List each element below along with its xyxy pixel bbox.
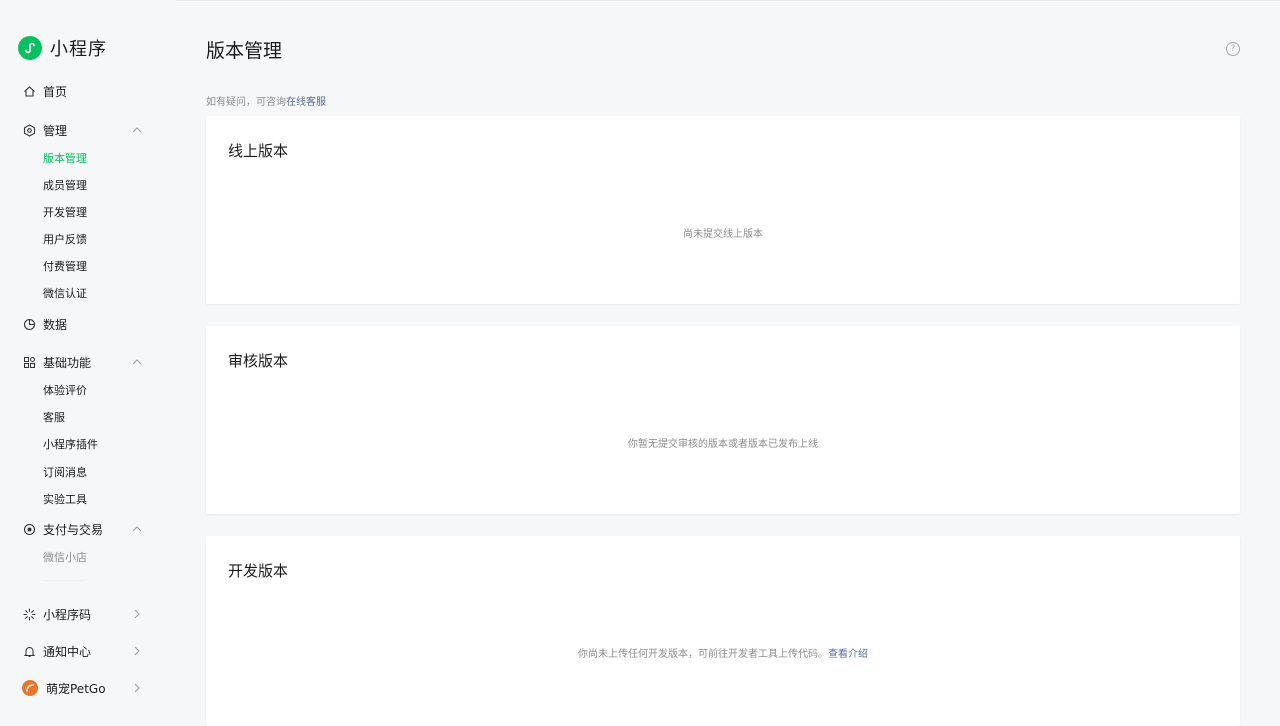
pie-chart-icon xyxy=(22,317,36,331)
page-title: 版本管理 xyxy=(206,40,283,62)
sidebar-item-qrcode[interactable]: 小程序码 xyxy=(22,604,91,624)
empty-state-text: 你暂无提交审核的版本或者版本已发布上线 xyxy=(628,439,818,450)
sidebar-item-label: 通知中心 xyxy=(43,644,92,659)
brand-title: 小程序 xyxy=(50,39,107,60)
sidebar-subitem-payment[interactable]: 付费管理 xyxy=(43,259,87,275)
dev-version-card: 开发版本 你尚未上传任何开发版本，可前往开发者工具上传代码。查看介绍 xyxy=(206,536,1240,726)
sidebar-item-label: 支付与交易 xyxy=(43,522,104,537)
review-version-card: 审核版本 你暂无提交审核的版本或者版本已发布上线 xyxy=(206,326,1240,514)
sidebar-item-manage[interactable]: 管理 xyxy=(22,120,67,140)
sidebar-item-label: 基础功能 xyxy=(43,355,92,370)
chevron-right-icon[interactable] xyxy=(132,646,142,656)
account-name: 萌宠PetGo xyxy=(46,681,106,696)
sidebar-item-account[interactable]: 萌宠PetGo xyxy=(22,678,106,698)
card-title: 开发版本 xyxy=(228,562,289,580)
help-icon[interactable]: ? xyxy=(1226,42,1240,56)
chevron-up-icon[interactable] xyxy=(132,357,142,367)
sidebar: 小程序 首页 管理 版本管理 成员管理 开发管理 用户反馈 付费管理 微信认证 … xyxy=(0,0,176,713)
sidebar-item-notify[interactable]: 通知中心 xyxy=(22,641,91,661)
sidebar-item-pay[interactable]: 支付与交易 xyxy=(22,519,103,539)
sidebar-subitem-feedback[interactable]: 用户反馈 xyxy=(43,232,87,248)
hexagon-settings-icon xyxy=(22,123,36,137)
miniprogram-logo-icon xyxy=(18,36,42,60)
chevron-up-icon[interactable] xyxy=(132,125,142,135)
sidebar-item-home[interactable]: 首页 xyxy=(22,81,67,101)
sidebar-subitem-subscribe[interactable]: 订阅消息 xyxy=(43,465,87,481)
card-title: 线上版本 xyxy=(228,142,289,160)
empty-state-text: 尚未提交线上版本 xyxy=(683,229,763,240)
currency-icon xyxy=(22,522,36,536)
sidebar-subitem-verify[interactable]: 微信认证 xyxy=(43,286,87,302)
sidebar-subitem-plugin[interactable]: 小程序插件 xyxy=(43,437,98,453)
help-hint: 如有疑问，可咨询在线客服 xyxy=(206,93,326,108)
chevron-right-icon[interactable] xyxy=(132,683,142,693)
sidebar-subitem-version[interactable]: 版本管理 xyxy=(43,151,87,167)
sidebar-subitem-dev[interactable]: 开发管理 xyxy=(43,205,87,221)
view-intro-link[interactable]: 查看介绍 xyxy=(828,649,868,660)
sidebar-subitem-review[interactable]: 体验评价 xyxy=(43,383,87,399)
sidebar-subitem-service[interactable]: 客服 xyxy=(43,410,65,426)
divider xyxy=(43,580,83,581)
home-icon xyxy=(22,84,36,98)
sidebar-item-label: 管理 xyxy=(43,123,68,138)
sidebar-item-basic[interactable]: 基础功能 xyxy=(22,352,91,372)
avatar xyxy=(22,680,38,696)
help-hint-text: 如有疑问，可咨询 xyxy=(206,97,286,108)
sidebar-subitem-members[interactable]: 成员管理 xyxy=(43,178,87,194)
sidebar-subitem-shop[interactable]: 微信小店 xyxy=(43,550,87,566)
online-service-link[interactable]: 在线客服 xyxy=(286,97,326,108)
sidebar-item-label: 首页 xyxy=(43,84,68,99)
bell-icon xyxy=(22,644,36,658)
grid-apps-icon xyxy=(22,355,36,369)
chevron-right-icon[interactable] xyxy=(132,609,142,619)
sidebar-item-label: 数据 xyxy=(43,317,68,332)
loading-spinner-icon xyxy=(22,607,36,621)
card-title: 审核版本 xyxy=(228,352,289,370)
chevron-up-icon[interactable] xyxy=(132,524,142,534)
empty-state-text: 你尚未上传任何开发版本，可前往开发者工具上传代码。 xyxy=(578,649,828,660)
sidebar-item-label: 小程序码 xyxy=(43,607,92,622)
sidebar-subitem-lab[interactable]: 实验工具 xyxy=(43,492,87,508)
top-border xyxy=(0,0,1280,1)
sidebar-item-data[interactable]: 数据 xyxy=(22,314,67,334)
brand[interactable]: 小程序 xyxy=(18,36,107,60)
online-version-card: 线上版本 尚未提交线上版本 xyxy=(206,116,1240,304)
empty-state-line: 你尚未上传任何开发版本，可前往开发者工具上传代码。查看介绍 xyxy=(206,645,1240,660)
